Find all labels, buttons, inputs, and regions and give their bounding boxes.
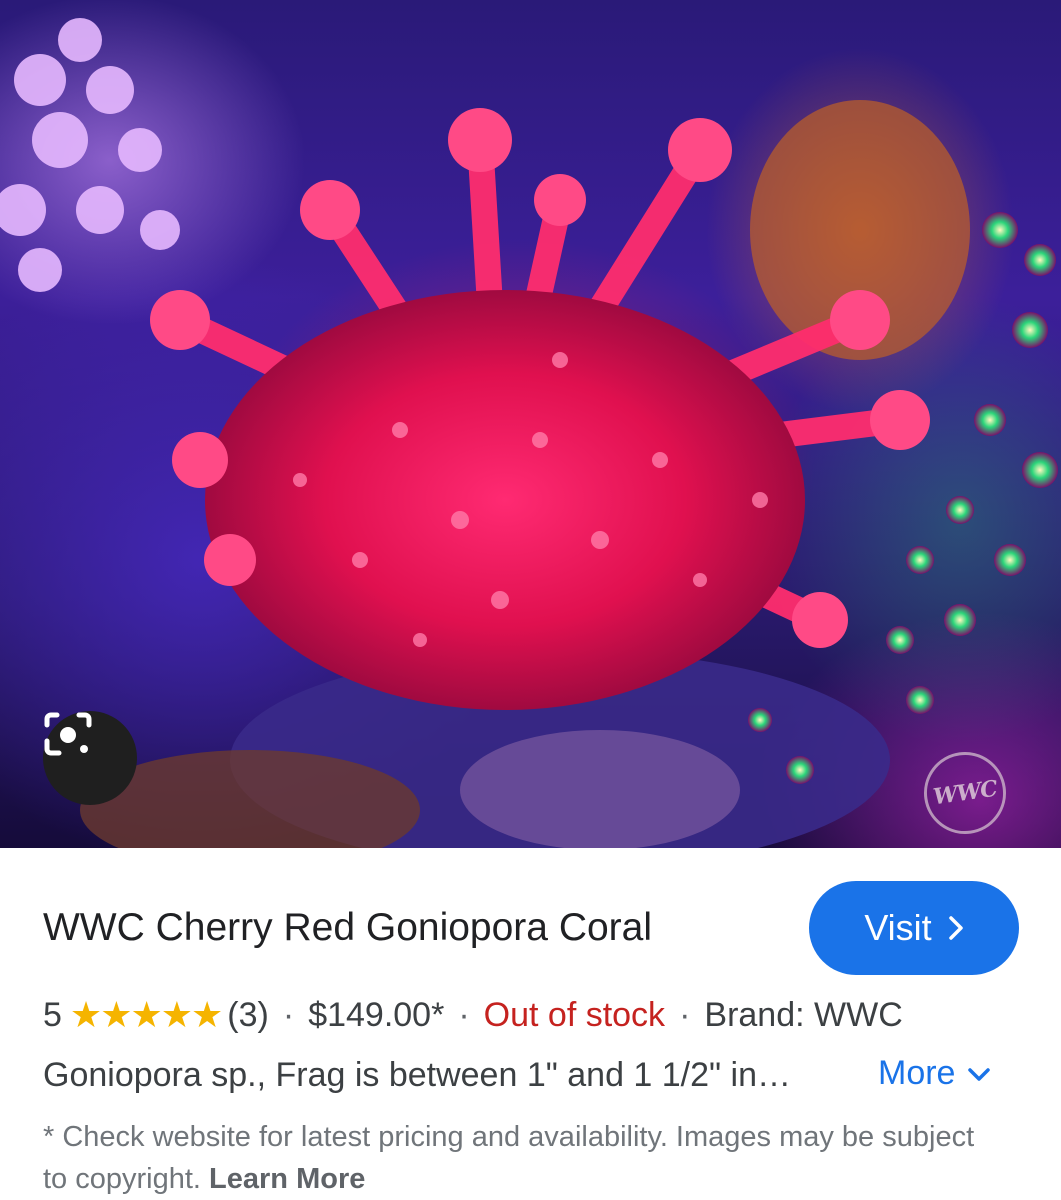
visit-button[interactable]: Visit <box>809 881 1019 975</box>
product-description: Goniopora sp., Frag is between 1" and 1 … <box>43 1056 792 1094</box>
separator-dot: · <box>679 995 691 1034</box>
product-meta-row: 5 ★★★★★ (3) · $149.00* · Out of stock · … <box>43 994 903 1036</box>
more-label: More <box>878 1054 956 1092</box>
coral-illustration <box>0 18 1058 848</box>
visit-label: Visit <box>864 907 932 948</box>
brand: Brand: WWC <box>704 995 903 1034</box>
chevron-right-icon <box>948 916 963 940</box>
separator-dot: · <box>282 995 295 1034</box>
price: $149.00* <box>308 995 445 1034</box>
rating-stars-icon: ★★★★★ <box>69 994 223 1035</box>
review-count: (3) <box>227 995 269 1034</box>
rating-value: 5 <box>43 995 62 1034</box>
more-button[interactable]: More <box>878 1054 991 1093</box>
learn-more-link[interactable]: Learn More <box>209 1163 365 1195</box>
disclaimer: * Check website for latest pricing and a… <box>43 1116 1003 1200</box>
product-image[interactable]: WWC <box>0 0 1061 848</box>
camera-lens-icon <box>44 712 92 756</box>
disclaimer-text: * Check website for latest pricing and a… <box>43 1121 975 1195</box>
watermark-text: WWC <box>931 775 999 811</box>
product-info-panel: WWC Cherry Red Goniopora Coral Visit 5 ★… <box>0 848 1061 1200</box>
stock-status: Out of stock <box>483 995 666 1034</box>
google-lens-button[interactable] <box>43 711 137 805</box>
separator-dot: · <box>458 995 470 1034</box>
chevron-down-icon <box>968 1067 991 1081</box>
product-title[interactable]: WWC Cherry Red Goniopora Coral <box>43 906 652 950</box>
